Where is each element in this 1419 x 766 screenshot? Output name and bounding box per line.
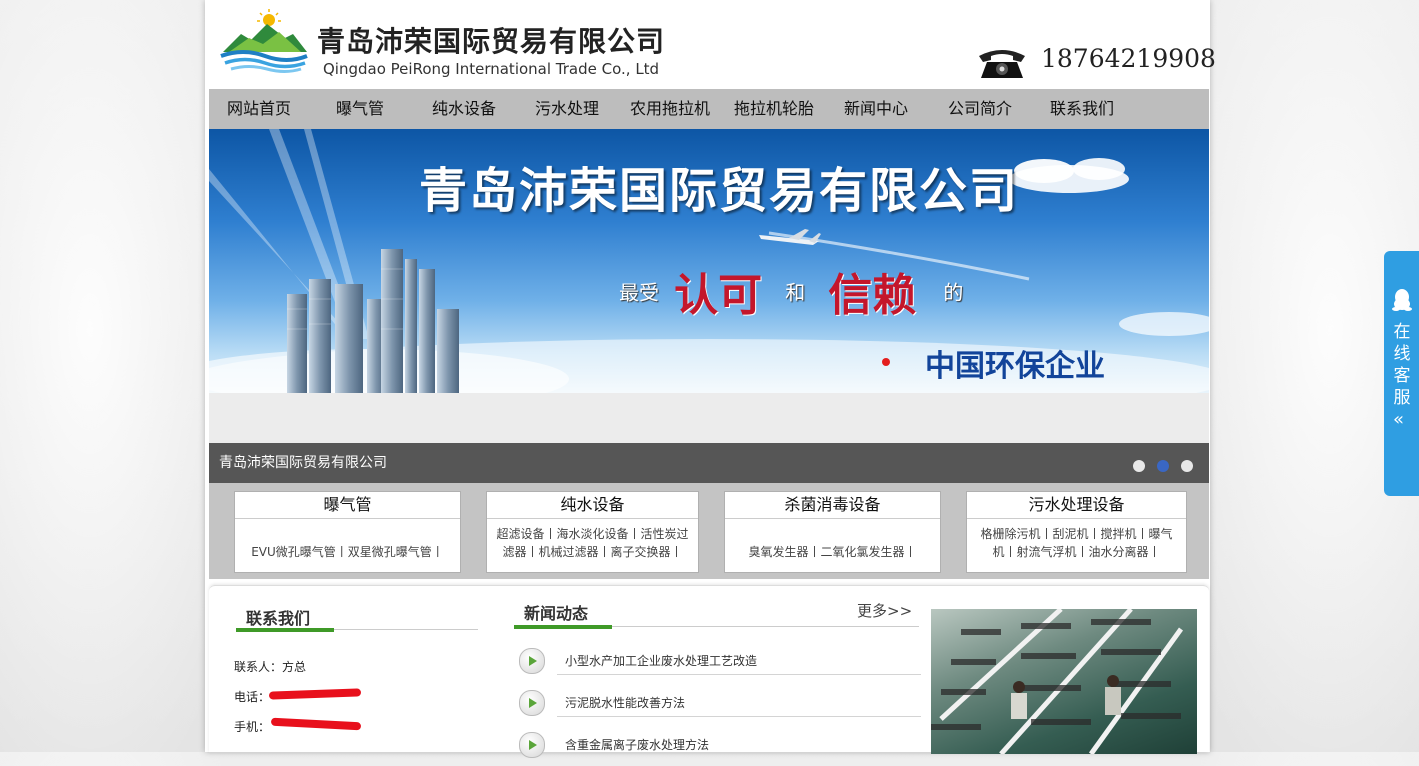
contact-title-line <box>236 628 478 632</box>
category-links[interactable]: 格栅除污机丨刮泥机丨搅拌机丨曝气机丨射流气浮机丨油水分离器丨 <box>967 519 1186 561</box>
phone-number[interactable]: 18764219908 <box>1041 44 1216 73</box>
arrow-right-icon <box>519 732 545 758</box>
page-container: 青岛沛荣国际贸易有限公司 Qingdao PeiRong Internation… <box>205 0 1216 758</box>
slogan-part-2: 和 <box>785 280 806 305</box>
company-name-en: Qingdao PeiRong International Trade Co.,… <box>323 60 660 78</box>
category-sewage-equipment: 污水处理设备 格栅除污机丨刮泥机丨搅拌机丨曝气机丨射流气浮机丨油水分离器丨 <box>966 491 1187 573</box>
category-links[interactable]: EVU微孔曝气管丨双星微孔曝气管丨 <box>235 519 460 561</box>
contact-mobile: 手机： <box>234 718 270 735</box>
arrow-right-icon <box>519 690 545 716</box>
news-item[interactable]: 小型水产加工企业废水处理工艺改造 <box>519 648 921 682</box>
bottom-section: 联系我们 联系人：方总 电话： 手机： 新闻动态 更多>> 小型水产加工企业废水… <box>209 585 1209 758</box>
banner-slogan: 最受 认可 和 信赖 的 <box>619 259 964 321</box>
category-title[interactable]: 曝气管 <box>235 492 460 519</box>
product-categories: 曝气管 EVU微孔曝气管丨双星微孔曝气管丨 纯水设备 超滤设备丨海水淡化设备丨活… <box>209 483 1209 579</box>
slogan-part-3: 的 <box>943 280 964 305</box>
site-header: 青岛沛荣国际贸易有限公司 Qingdao PeiRong Internation… <box>205 0 1216 89</box>
category-title[interactable]: 纯水设备 <box>487 492 698 519</box>
nav-item-about[interactable]: 公司简介 <box>948 89 1012 129</box>
sewage-tank-photo[interactable] <box>931 609 1197 754</box>
contact-person: 联系人：方总 <box>234 658 306 675</box>
news-title-line <box>514 625 919 629</box>
nav-item-contact[interactable]: 联系我们 <box>1050 89 1114 129</box>
news-item[interactable]: 污泥脱水性能改善方法 <box>519 690 921 724</box>
nav-item-pure-water[interactable]: 纯水设备 <box>432 89 496 129</box>
category-pure-water: 纯水设备 超滤设备丨海水淡化设备丨活性炭过滤器丨机械过滤器丨离子交换器丨 <box>486 491 699 573</box>
aeration-tank-image <box>931 609 1184 754</box>
banner-enterprise: 中国环保企业 <box>925 349 1105 384</box>
qq-penguin-icon <box>1392 289 1412 311</box>
category-links[interactable]: 臭氧发生器丨二氧化氯发生器丨 <box>725 519 940 561</box>
nav-item-tractor[interactable]: 农用拖拉机 <box>630 89 710 129</box>
telephone-icon <box>979 50 1025 78</box>
category-disinfection: 杀菌消毒设备 臭氧发生器丨二氧化氯发生器丨 <box>724 491 941 573</box>
red-bullet <box>882 358 890 366</box>
banner-slide[interactable]: 青岛沛荣国际贸易有限公司 最受 认可 和 信赖 的 中国环保企业 <box>209 129 1209 393</box>
slide-dot-3[interactable] <box>1181 460 1193 472</box>
main-nav: 网站首页 曝气管 纯水设备 污水处理 农用拖拉机 拖拉机轮胎 新闻中心 公司简介… <box>209 89 1209 129</box>
banner-bottom-area <box>209 393 1209 443</box>
news-item[interactable]: 含重金属离子废水处理方法 <box>519 732 919 766</box>
contact-tel-label: 电话： <box>234 690 271 704</box>
online-service-label[interactable]: 在线客服 <box>1393 321 1411 409</box>
category-aeration-tube: 曝气管 EVU微孔曝气管丨双星微孔曝气管丨 <box>234 491 461 573</box>
redaction-mark <box>270 717 362 731</box>
category-title[interactable]: 污水处理设备 <box>967 492 1186 519</box>
nav-item-aeration-tube[interactable]: 曝气管 <box>336 89 384 129</box>
contact-title: 联系我们 <box>246 609 311 628</box>
slogan-emphasis-2: 信赖 <box>828 270 917 321</box>
news-title: 新闻动态 <box>524 604 589 623</box>
company-name-cn: 青岛沛荣国际贸易有限公司 <box>317 25 666 58</box>
slogan-part-1: 最受 <box>619 280 659 305</box>
news-more-link[interactable]: 更多>> <box>857 600 912 621</box>
nav-item-sewage[interactable]: 污水处理 <box>535 89 599 129</box>
contact-mobile-label: 手机： <box>234 720 271 734</box>
category-links[interactable]: 超滤设备丨海水淡化设备丨活性炭过滤器丨机械过滤器丨离子交换器丨 <box>487 519 698 561</box>
arrow-right-icon <box>519 648 545 674</box>
slide-dot-2-active[interactable] <box>1157 460 1169 472</box>
company-logo[interactable] <box>219 8 309 74</box>
slide-caption: 青岛沛荣国际贸易有限公司 <box>219 455 387 471</box>
slogan-emphasis-1: 认可 <box>674 270 763 321</box>
nav-item-news[interactable]: 新闻中心 <box>844 89 908 129</box>
contact-tel: 电话： <box>234 688 270 705</box>
online-service-tab[interactable]: 在线客服 « <box>1384 251 1419 496</box>
double-chevron-left-icon[interactable]: « <box>1393 409 1404 430</box>
nav-item-tractor-tires[interactable]: 拖拉机轮胎 <box>734 89 814 129</box>
news-item-title[interactable]: 含重金属离子废水处理方法 <box>565 736 709 753</box>
slide-dot-1[interactable] <box>1133 460 1145 472</box>
nav-item-home[interactable]: 网站首页 <box>227 89 291 129</box>
contact-person-label: 联系人： <box>234 660 283 674</box>
redaction-mark <box>268 688 362 700</box>
slide-caption-bar: 青岛沛荣国际贸易有限公司 <box>209 443 1209 483</box>
news-item-title[interactable]: 小型水产加工企业废水处理工艺改造 <box>565 652 757 669</box>
category-title[interactable]: 杀菌消毒设备 <box>725 492 940 519</box>
contact-person-value: 方总 <box>282 660 307 674</box>
news-item-title[interactable]: 污泥脱水性能改善方法 <box>565 694 685 711</box>
banner-title: 青岛沛荣国际贸易有限公司 <box>419 163 1020 219</box>
